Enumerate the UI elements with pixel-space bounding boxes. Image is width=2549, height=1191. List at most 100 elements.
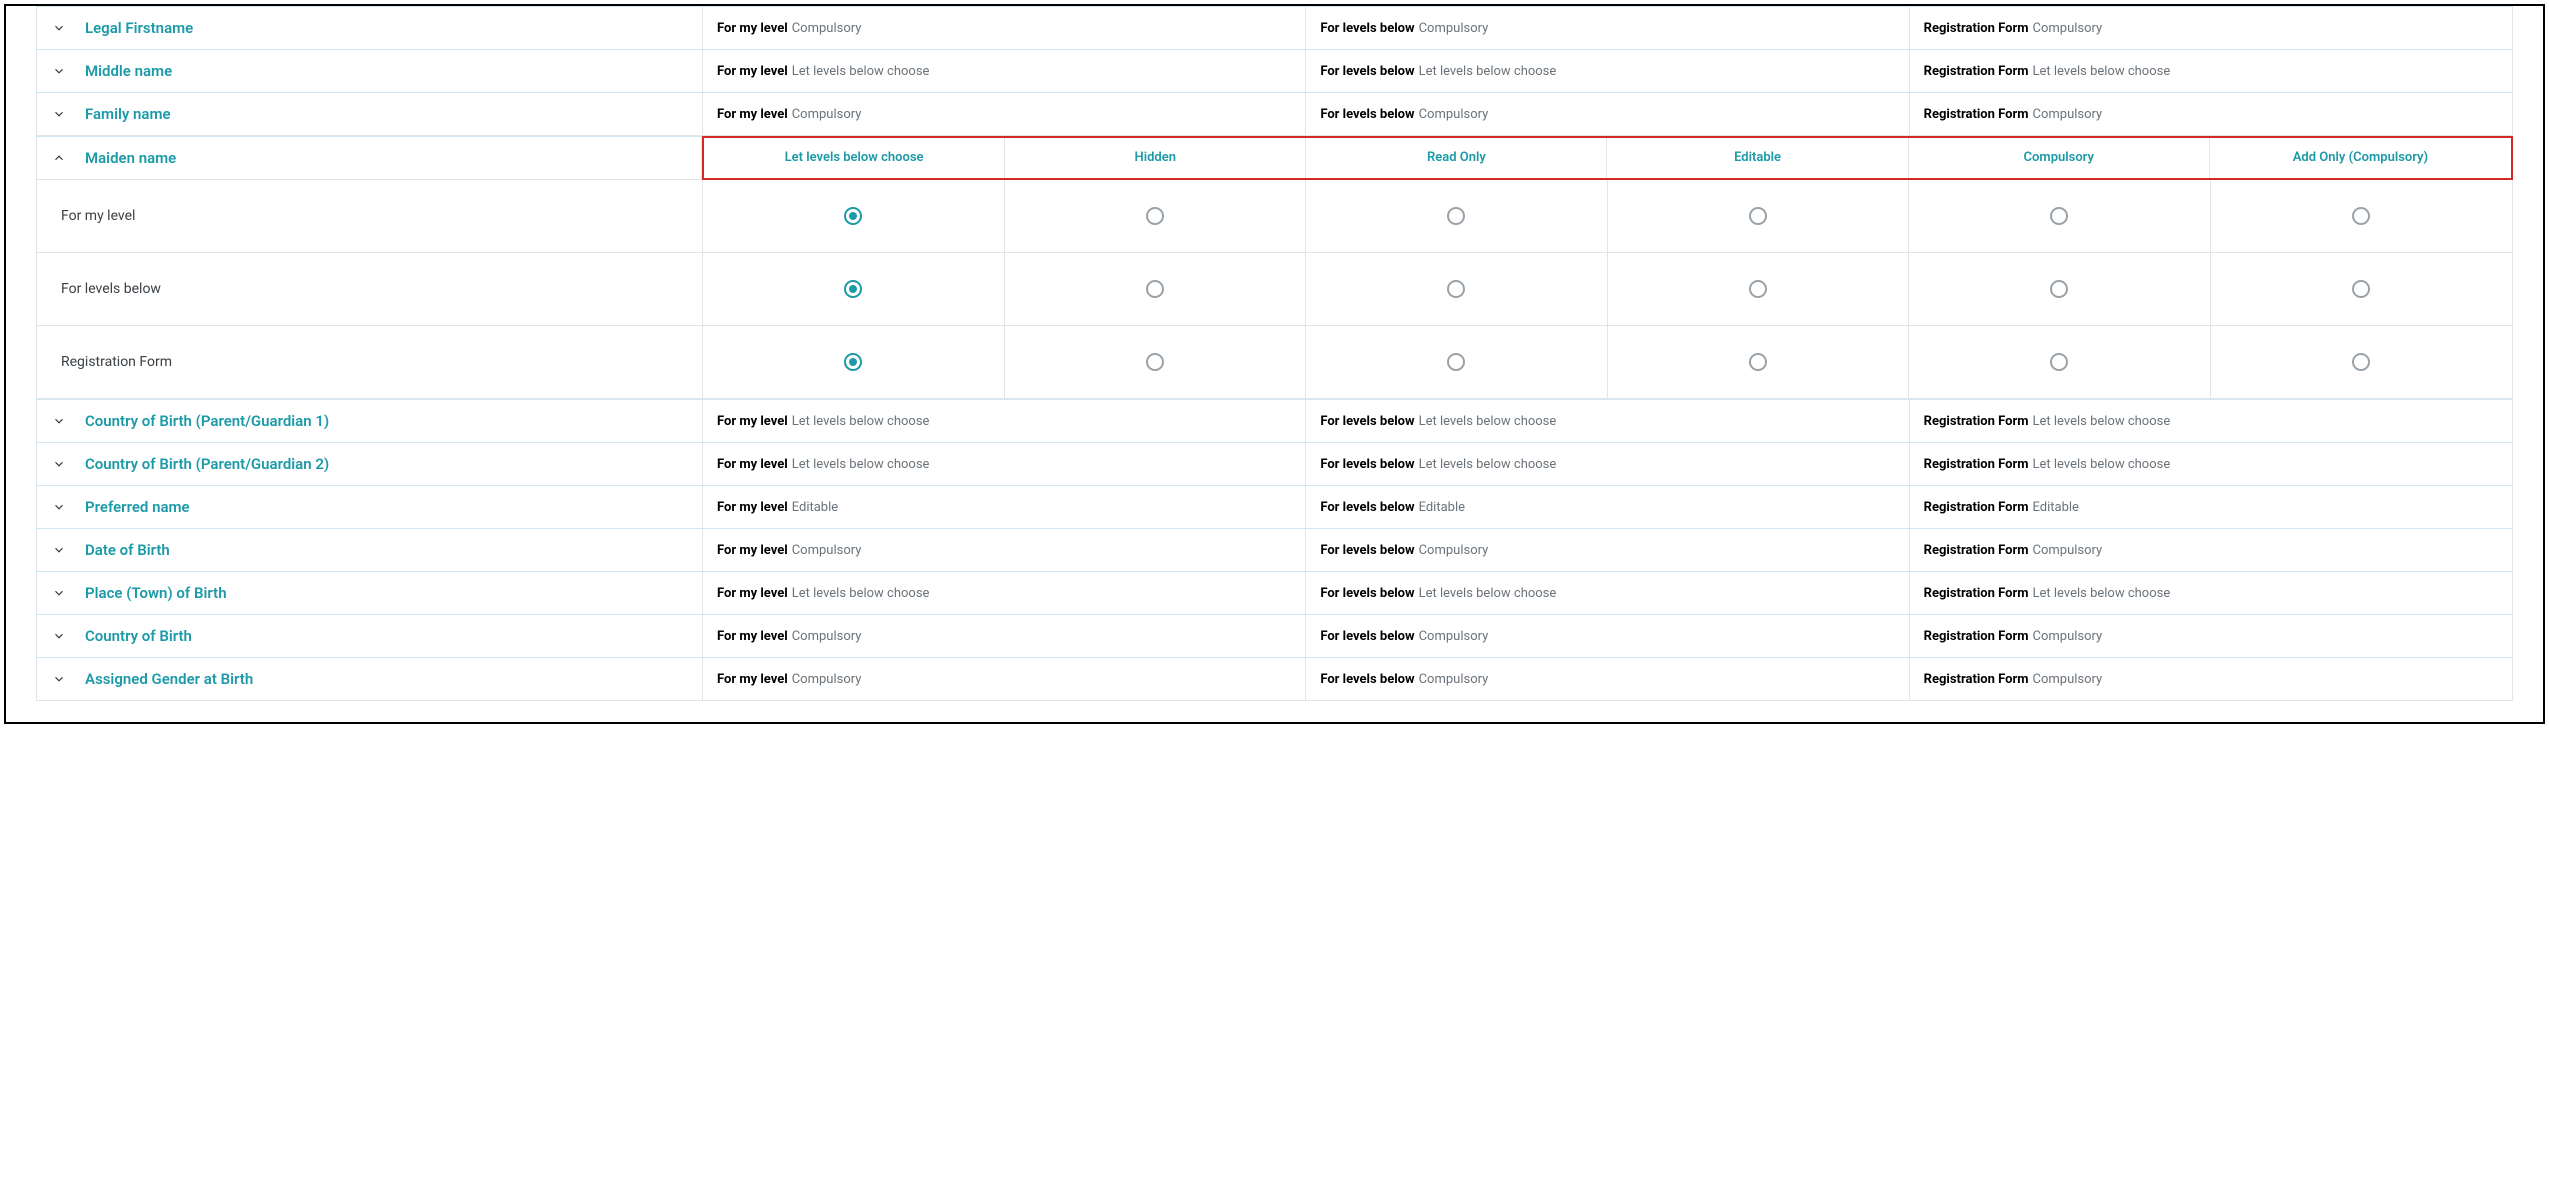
radio-button[interactable] bbox=[1749, 207, 1767, 225]
radio-button[interactable] bbox=[1749, 353, 1767, 371]
radio-cell bbox=[1608, 180, 1910, 252]
radio-button[interactable] bbox=[2050, 353, 2068, 371]
summary-label: Registration Form bbox=[1924, 21, 2029, 36]
summary-label: For levels below bbox=[1320, 500, 1414, 515]
summary-value: Let levels below choose bbox=[2033, 414, 2171, 429]
radio-button[interactable] bbox=[2352, 353, 2370, 371]
summary-label: For my level bbox=[717, 672, 788, 687]
summary-label: Registration Form bbox=[1924, 414, 2029, 429]
summary-value: Let levels below choose bbox=[2033, 457, 2171, 472]
radio-button[interactable] bbox=[1749, 280, 1767, 298]
summary-value: Let levels below choose bbox=[1419, 414, 1557, 429]
summary-cell: For levels below Compulsory bbox=[1306, 7, 1909, 49]
field-name: Assigned Gender at Birth bbox=[85, 670, 253, 688]
summary-value: Let levels below choose bbox=[792, 414, 930, 429]
summary-label: For levels below bbox=[1320, 586, 1414, 601]
radio-button[interactable] bbox=[2050, 280, 2068, 298]
row-toggle[interactable]: Country of Birth (Parent/Guardian 2) bbox=[37, 443, 703, 485]
radio-button[interactable] bbox=[1146, 280, 1164, 298]
summary-cell: For my level Let levels below choose bbox=[703, 400, 1306, 442]
chevron-down-icon bbox=[51, 106, 67, 122]
radio-button[interactable] bbox=[844, 280, 862, 298]
summary-cell: For my level Let levels below choose bbox=[703, 572, 1306, 614]
radio-button[interactable] bbox=[1146, 353, 1164, 371]
summary-label: Registration Form bbox=[1924, 629, 2029, 644]
summary-value: Compulsory bbox=[2033, 543, 2103, 558]
summary-cell: Registration Form Let levels below choos… bbox=[1910, 400, 2512, 442]
row-toggle[interactable]: Country of Birth bbox=[37, 615, 703, 657]
row-toggle[interactable]: Middle name bbox=[37, 50, 703, 92]
row-toggle[interactable]: Date of Birth bbox=[37, 529, 703, 571]
radio-button[interactable] bbox=[1447, 353, 1465, 371]
radio-button[interactable] bbox=[1447, 280, 1465, 298]
summary-value: Compulsory bbox=[792, 543, 862, 558]
option-header: Let levels below choose bbox=[704, 138, 1005, 178]
summary-cell: Registration Form Compulsory bbox=[1910, 658, 2512, 700]
field-name: Middle name bbox=[85, 62, 172, 80]
summary-value: Compulsory bbox=[2033, 672, 2103, 687]
radio-cell bbox=[1608, 326, 1910, 398]
summary-value: Compulsory bbox=[2033, 629, 2103, 644]
summary-value: Compulsory bbox=[2033, 21, 2103, 36]
chevron-down-icon bbox=[51, 542, 67, 558]
expanded-row-name-cell[interactable]: Maiden name bbox=[36, 136, 702, 180]
summary-label: For my level bbox=[717, 457, 788, 472]
row-toggle[interactable]: Family name bbox=[37, 93, 703, 135]
summary-value: Let levels below choose bbox=[1419, 64, 1557, 79]
summary-value: Editable bbox=[792, 500, 838, 515]
chevron-down-icon bbox=[51, 63, 67, 79]
radio-button[interactable] bbox=[1146, 207, 1164, 225]
summary-cell: Registration Form Let levels below choos… bbox=[1910, 572, 2512, 614]
radio-button[interactable] bbox=[844, 353, 862, 371]
chevron-down-icon bbox=[51, 456, 67, 472]
radio-button[interactable] bbox=[2352, 207, 2370, 225]
radio-cell bbox=[1005, 253, 1307, 325]
summary-label: Registration Form bbox=[1924, 457, 2029, 472]
summary-cell: Registration Form Compulsory bbox=[1910, 529, 2512, 571]
summary-cell: Registration Form Compulsory bbox=[1910, 615, 2512, 657]
radio-row: For levels below bbox=[36, 252, 2513, 326]
field-name: Maiden name bbox=[85, 149, 176, 167]
radio-button[interactable] bbox=[2050, 207, 2068, 225]
summary-value: Compulsory bbox=[1419, 543, 1489, 558]
radio-button[interactable] bbox=[2352, 280, 2370, 298]
chevron-down-icon bbox=[51, 413, 67, 429]
summary-label: Registration Form bbox=[1924, 586, 2029, 601]
option-header: Compulsory bbox=[1909, 138, 2210, 178]
chevron-down-icon bbox=[51, 671, 67, 687]
summary-value: Compulsory bbox=[792, 672, 862, 687]
radio-button[interactable] bbox=[1447, 207, 1465, 225]
chevron-down-icon bbox=[51, 499, 67, 515]
summary-cell: For levels below Let levels below choose bbox=[1306, 50, 1909, 92]
chevron-down-icon bbox=[51, 20, 67, 36]
summary-label: Registration Form bbox=[1924, 64, 2029, 79]
radio-row-label: For my level bbox=[37, 180, 703, 252]
collapsed-row: Country of BirthFor my level CompulsoryF… bbox=[36, 614, 2513, 658]
row-toggle[interactable]: Legal Firstname bbox=[37, 7, 703, 49]
row-toggle[interactable]: Assigned Gender at Birth bbox=[37, 658, 703, 700]
summary-cell: For levels below Compulsory bbox=[1306, 529, 1909, 571]
radio-cell bbox=[703, 326, 1005, 398]
summary-value: Let levels below choose bbox=[792, 457, 930, 472]
summary-value: Editable bbox=[1419, 500, 1465, 515]
row-toggle[interactable]: Country of Birth (Parent/Guardian 1) bbox=[37, 400, 703, 442]
radio-button[interactable] bbox=[844, 207, 862, 225]
radio-cell bbox=[2211, 326, 2513, 398]
summary-label: For levels below bbox=[1320, 543, 1414, 558]
summary-cell: For my level Compulsory bbox=[703, 7, 1306, 49]
option-headers: Let levels below chooseHiddenRead OnlyEd… bbox=[702, 136, 2513, 180]
summary-cell: For my level Let levels below choose bbox=[703, 443, 1306, 485]
summary-label: Registration Form bbox=[1924, 543, 2029, 558]
collapsed-row: Country of Birth (Parent/Guardian 1)For … bbox=[36, 399, 2513, 443]
radio-cell bbox=[1909, 180, 2211, 252]
summary-cell: For levels below Let levels below choose bbox=[1306, 400, 1909, 442]
row-toggle[interactable]: Preferred name bbox=[37, 486, 703, 528]
summary-value: Let levels below choose bbox=[1419, 586, 1557, 601]
row-toggle[interactable]: Place (Town) of Birth bbox=[37, 572, 703, 614]
settings-table: Legal FirstnameFor my level CompulsoryFo… bbox=[4, 4, 2545, 724]
summary-value: Compulsory bbox=[792, 107, 862, 122]
summary-label: For my level bbox=[717, 586, 788, 601]
option-header: Editable bbox=[1607, 138, 1908, 178]
summary-label: For my level bbox=[717, 543, 788, 558]
chevron-down-icon bbox=[51, 585, 67, 601]
